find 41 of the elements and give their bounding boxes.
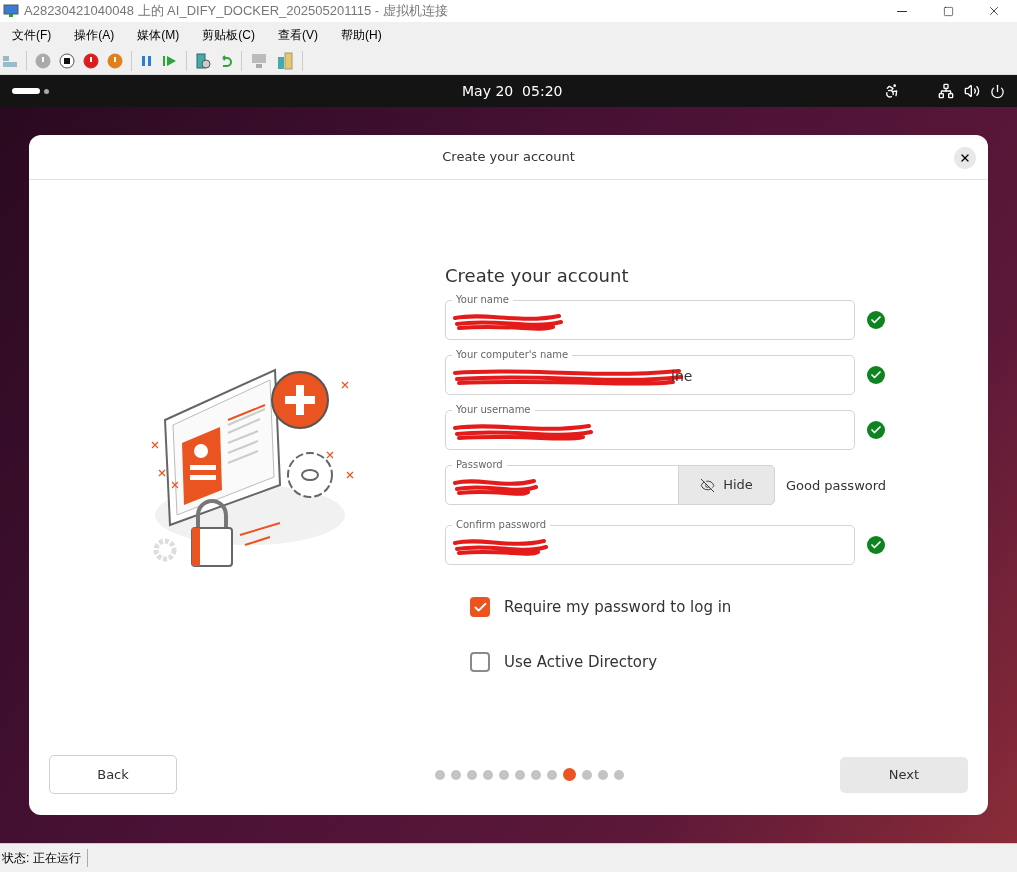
monitor-icon [3,4,19,18]
minimize-icon [897,10,907,12]
window-title: A28230421040048 上的 AI_DIFY_DOCKER_202505201115 - 虚拟机连接 [24,2,448,21]
close-icon [959,152,971,164]
form-heading: Create your account [445,264,630,288]
volume-icon[interactable] [964,83,980,99]
computer-icon[interactable] [250,52,268,69]
server-icon[interactable] [276,51,294,70]
power-icon[interactable] [990,83,1005,99]
play-icon[interactable] [162,53,178,68]
menu-item[interactable]: 文件(F) [7,25,57,44]
checkbox[interactable] [470,597,490,618]
field-label: Your computer's name [452,348,573,362]
hide-password-button[interactable]: Hide [678,465,775,505]
back-button[interactable]: Back [49,755,177,794]
stop-icon[interactable] [59,52,75,69]
dialog-title: Create your account [442,148,575,167]
checkpoint-icon[interactable] [195,52,211,69]
menu-item[interactable]: 剪贴板(C) [197,25,260,44]
menu-item[interactable]: 帮助(H) [336,25,387,44]
checkbox-label: Use Active Directory [504,651,658,673]
password-strength: Good password [786,477,887,495]
undo-icon[interactable] [219,53,233,68]
pause-icon[interactable] [140,53,154,68]
maximize-icon [942,5,954,17]
close-button[interactable] [954,147,976,169]
workspace-indicator[interactable] [12,88,49,94]
accessibility-icon[interactable] [884,83,900,99]
menu-item[interactable]: 操作(A) [69,25,120,44]
checkbox[interactable] [470,651,490,672]
network-icon[interactable] [938,83,954,99]
close-icon [987,4,1001,18]
checkbox-label: Require my password to log in [504,597,732,618]
status-text: 状态: 正在运行 [0,849,88,867]
menu-item[interactable]: 媒体(M) [132,25,185,44]
field-value: ine [671,366,693,386]
next-button[interactable]: Next [840,756,968,793]
menu-item[interactable]: 查看(V) [273,25,323,44]
eye-slash-icon [700,477,716,493]
field-label: Confirm password [452,518,551,532]
clock[interactable]: May 20 05:20 [462,80,563,102]
